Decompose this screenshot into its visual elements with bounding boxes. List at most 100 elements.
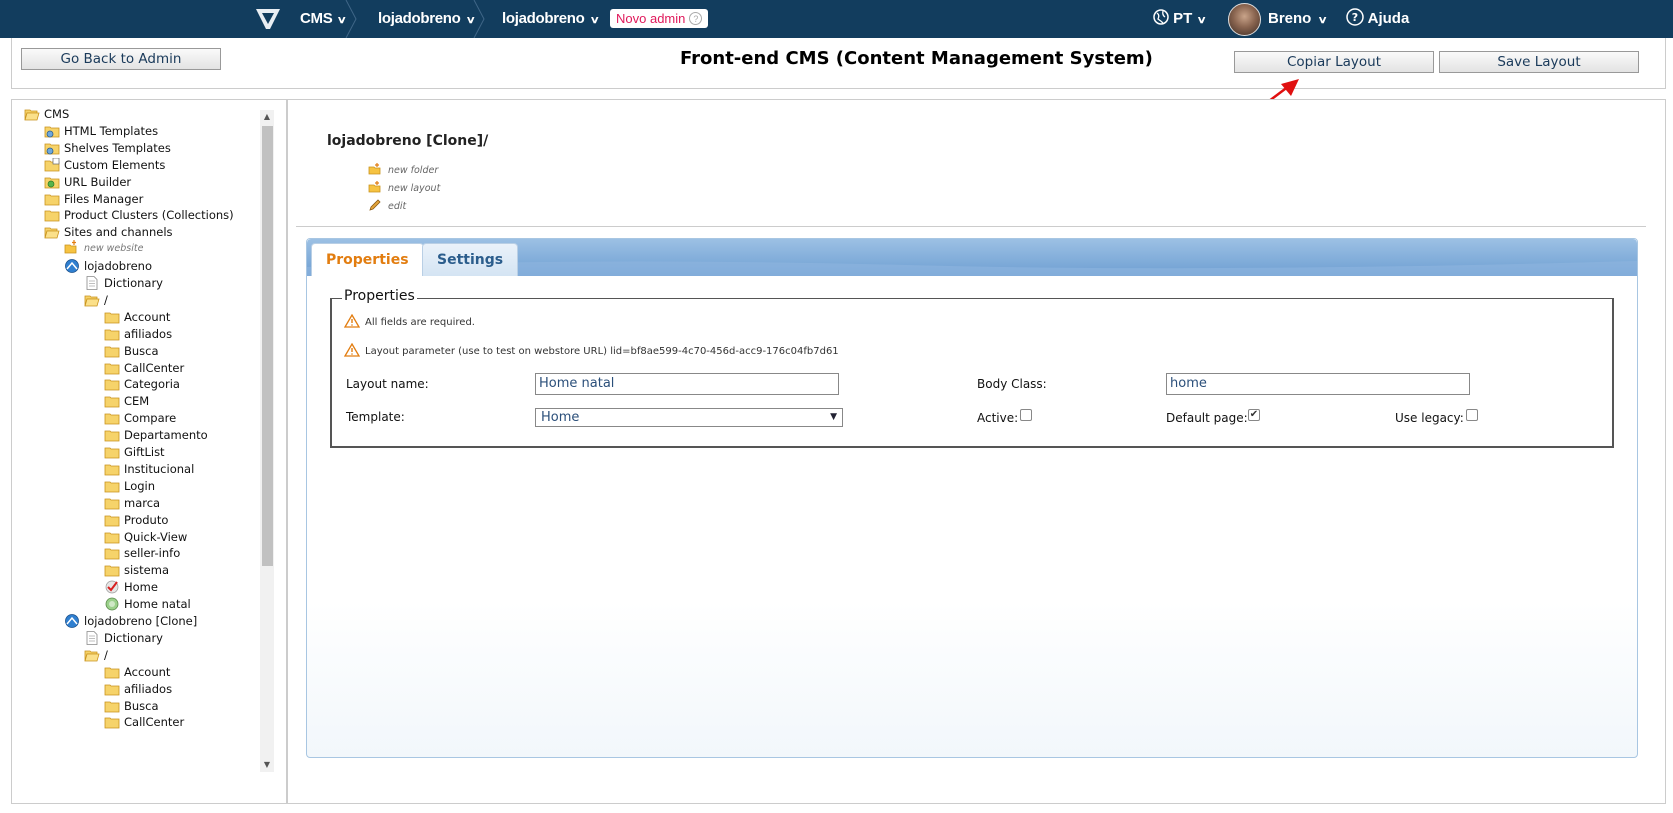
tree-item[interactable]: Account	[104, 663, 170, 681]
breadcrumb-cms[interactable]: CMS ∨	[300, 0, 347, 38]
folder-icon	[104, 447, 120, 459]
scroll-up-icon[interactable]: ▲	[260, 110, 274, 124]
tree-item[interactable]: Quick-View	[104, 528, 187, 546]
folder-icon	[104, 701, 120, 712]
new-folder-action[interactable]: new folder	[368, 163, 438, 179]
tree-item[interactable]: Login	[104, 477, 155, 495]
tree-item[interactable]: Busca	[104, 342, 159, 360]
layout-name-input[interactable]: Home natal	[535, 373, 839, 395]
go-back-to-admin-button[interactable]: Go Back to Admin	[21, 48, 221, 70]
tree-item-label: Account	[124, 309, 171, 324]
divider	[296, 226, 1646, 227]
current-path-title: lojadobreno [Clone]/	[327, 133, 489, 149]
templates-icon	[44, 126, 60, 138]
new-layout-label: new layout	[388, 183, 441, 194]
folder-icon	[104, 548, 120, 560]
tree-item-label: /	[104, 647, 108, 662]
folder-icon	[104, 329, 120, 341]
help-link[interactable]: ? Ajuda	[1346, 0, 1409, 38]
scroll-down-icon[interactable]: ▼	[260, 758, 274, 772]
template-select[interactable]: Home ▼	[535, 408, 843, 427]
user-menu[interactable]: Breno ∨	[1268, 0, 1328, 38]
tree-scrollbar[interactable]: ▲ ▼	[260, 110, 274, 772]
breadcrumb-store[interactable]: lojadobreno ∨	[502, 0, 599, 38]
tree-item-label: Departamento	[124, 428, 208, 443]
tree-item[interactable]: afiliados	[104, 325, 172, 343]
tab-properties[interactable]: Properties	[311, 243, 424, 276]
tree-item[interactable]: afiliados	[104, 680, 172, 698]
use-legacy-checkbox[interactable]	[1466, 409, 1478, 421]
save-layout-button[interactable]: Save Layout	[1439, 51, 1639, 73]
tree-item[interactable]: CEM	[104, 392, 149, 410]
tree-item[interactable]: CallCenter	[104, 713, 184, 731]
template-select-value: Home	[541, 410, 580, 425]
document-icon	[86, 630, 98, 645]
folder-icon	[104, 430, 120, 442]
tree-item[interactable]: CMS	[24, 105, 69, 123]
tree-item[interactable]: GiftList	[104, 443, 165, 461]
tree-item[interactable]: Dictionary	[84, 274, 163, 292]
tree-item[interactable]: Institucional	[104, 460, 194, 478]
tree-item[interactable]: seller-info	[104, 544, 180, 562]
tree-item[interactable]: new website	[64, 240, 143, 258]
default-page-label: Default page:	[1166, 411, 1248, 425]
tree-item[interactable]: URL Builder	[44, 173, 131, 191]
folder-icon	[104, 532, 120, 543]
folder-icon	[104, 717, 120, 729]
tree-item[interactable]: Departamento	[104, 426, 208, 444]
tree-item[interactable]: lojadobreno [Clone]	[64, 612, 197, 630]
tree-item[interactable]: Produto	[104, 511, 168, 529]
tree-item[interactable]: Files Manager	[44, 190, 143, 208]
layout-icon	[105, 597, 119, 611]
tree-item-label: Dictionary	[104, 276, 163, 290]
tree-item[interactable]: lojadobreno	[64, 257, 152, 275]
tree-item[interactable]: Custom Elements	[44, 156, 165, 174]
tree-item[interactable]: Home	[104, 578, 158, 596]
dropdown-arrow-icon: ▼	[830, 412, 837, 422]
scrollbar-thumb[interactable]	[262, 126, 273, 566]
tree-item-label: /	[104, 292, 108, 307]
help-circle-icon: ?	[1346, 8, 1364, 26]
new-layout-icon	[368, 181, 381, 193]
tree-item-label: Custom Elements	[64, 157, 166, 172]
active-checkbox[interactable]	[1020, 409, 1032, 421]
tree-item[interactable]: Sites and channels	[44, 223, 173, 241]
breadcrumb-account[interactable]: lojadobreno ∨	[378, 0, 475, 38]
tree-item[interactable]: Busca	[104, 697, 159, 715]
help-circle-icon[interactable]: ?	[689, 12, 703, 25]
warning-icon	[344, 343, 360, 357]
tree-item[interactable]: Compare	[104, 409, 176, 427]
layout-name-label: Layout name:	[346, 377, 429, 391]
folder-icon	[104, 498, 120, 510]
tree-item-label: sistema	[124, 563, 170, 578]
tree-item[interactable]: /	[84, 291, 108, 309]
tree-item[interactable]: marca	[104, 494, 160, 512]
tree-item[interactable]: /	[84, 646, 108, 664]
vtex-logo-icon[interactable]	[254, 7, 282, 31]
tree-item[interactable]: HTML Templates	[44, 122, 158, 140]
novo-admin-label: Novo admin	[616, 11, 686, 26]
folder-open-icon	[44, 227, 60, 239]
tree-item[interactable]: CallCenter	[104, 359, 184, 377]
cms-tree-panel: CMS HTML Templates Shelves Templates Custom…	[11, 99, 287, 804]
folder-icon	[44, 194, 60, 205]
tree-item[interactable]: sistema	[104, 561, 169, 579]
new-layout-action[interactable]: new layout	[368, 181, 440, 197]
tree-item[interactable]: Shelves Templates	[44, 139, 171, 157]
tree-item[interactable]: Product Clusters (Collections)	[44, 206, 234, 224]
tab-settings[interactable]: Settings	[422, 243, 519, 276]
site-icon	[65, 614, 79, 628]
language-selector[interactable]: PT ∨	[1153, 0, 1207, 38]
tree-item[interactable]: Categoria	[104, 375, 180, 393]
tree-item[interactable]: Account	[104, 308, 170, 326]
copy-layout-button[interactable]: Copiar Layout	[1234, 51, 1434, 73]
novo-admin-badge[interactable]: Novo admin?	[610, 9, 709, 28]
user-avatar[interactable]	[1228, 3, 1261, 36]
tree-item[interactable]: Dictionary	[84, 629, 163, 647]
language-label: PT	[1173, 10, 1193, 27]
top-navigation-bar: CMS ∨ lojadobreno ∨ lojadobreno ∨ Novo admi…	[0, 0, 1673, 38]
edit-action[interactable]: edit	[368, 199, 406, 215]
tree-item[interactable]: Home natal	[104, 595, 191, 613]
body-class-input[interactable]: home	[1166, 373, 1470, 395]
default-page-checkbox[interactable]: ✔	[1248, 409, 1260, 421]
